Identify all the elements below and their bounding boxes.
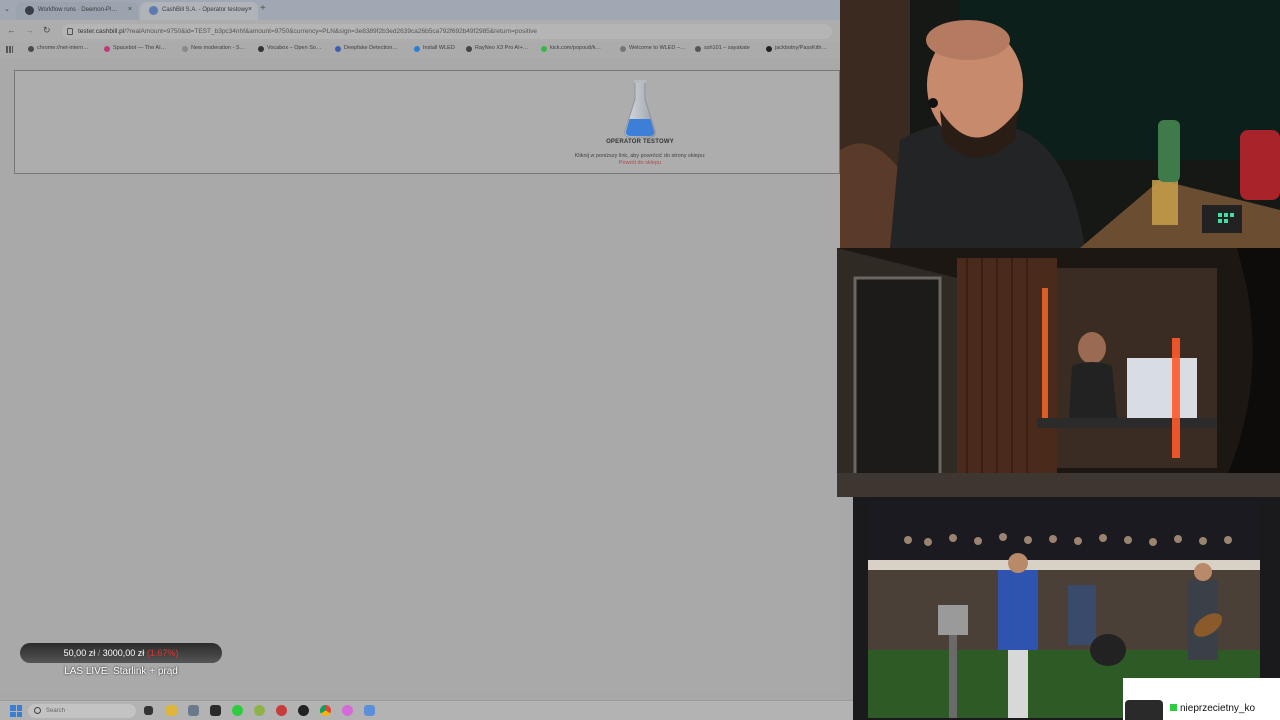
lock-icon [67,28,73,35]
terminal-icon[interactable] [188,705,199,716]
windows-taskbar: Search [0,700,855,720]
bookmark-item[interactable]: chrome://net-intern… [28,45,89,52]
webcam-room [837,248,1280,497]
bookmark-item[interactable]: RayNeo X3 Pro AI+… [466,45,528,52]
bookmark-item[interactable]: New moderation - S… [182,45,245,52]
bookmark-item[interactable]: ssh101 – sayakate [695,45,750,52]
bookmark-item[interactable]: Deepfake Detection… [335,45,398,52]
cashbill-icon [149,6,158,15]
file-explorer-icon[interactable] [144,706,153,715]
return-to-shop-link[interactable]: Powrót do sklepu [575,160,705,166]
operator-panel: OPERATOR TESTOWY Kliknij w poniższy link… [14,70,840,174]
operator-title: OPERATOR TESTOWY [606,139,674,145]
spotify-icon[interactable] [232,705,243,716]
search-icon [34,707,41,714]
taskbar-search-input[interactable]: Search [28,704,136,718]
goal-percent: (1.67%) [146,648,179,658]
bookmark-item[interactable]: Welcome to WLED –… [620,45,685,52]
xbox-icon[interactable] [254,705,265,716]
search-placeholder: Search [46,708,66,714]
webcam-face [840,0,1280,248]
browser-tab-bar: ⌄ Workflow runs · Deemon-Pl… × CashBill … [0,0,840,20]
tab-workflow-runs[interactable]: Workflow runs · Deemon-Pl… × [16,2,138,20]
url-host: tester.cashbill.pl [78,28,125,35]
goal-separator: / [97,648,101,658]
chrome-icon[interactable] [320,705,331,716]
bookmark-item[interactable]: jackbotny/PassKith… [766,45,827,52]
address-bar[interactable]: tester.cashbill.pl/?realAmount=9750&id=T… [62,24,832,39]
firefox-icon[interactable] [342,705,353,716]
tab-label: Workflow runs · Deemon-Pl… [38,7,118,13]
webcam-face-image [840,0,1280,248]
follower-name-text: nieprzecietny_ko [1180,703,1256,714]
url-path: /?realAmount=9750&id=TEST_b3pc34nhf&amou… [124,28,537,35]
apps-grid-icon[interactable] [6,46,13,53]
github-icon [25,6,34,15]
bookmark-item[interactable]: Install WLED [414,45,455,52]
obs-icon[interactable] [298,705,309,716]
goal-current: 50,00 zł [63,648,96,658]
bookmark-item[interactable]: kick.com/popoutt/k… [541,45,601,52]
latest-follower-name: nieprzecietny_ko [1170,703,1255,714]
app-icon[interactable] [210,705,221,716]
donation-goal-bar: 50,00 zł / 3000,00 zł (1.67%) [20,643,222,663]
back-icon[interactable]: ← [7,25,16,35]
stream-screen: ⌄ Workflow runs · Deemon-Pl… × CashBill … [0,0,1280,720]
app-icon[interactable] [276,705,287,716]
stream-title: LAS LIVE: Starlink + prąd [64,666,178,677]
new-tab-button[interactable]: + [260,3,266,14]
browser-toolbar: ← → ↻ tester.cashbill.pl/?realAmount=975… [0,20,840,42]
forward-icon[interactable]: → [25,25,34,35]
tab-cashbill[interactable]: CashBill S.A. - Operator testowy × [140,2,258,20]
webcam-room-image [837,248,1280,497]
reload-icon[interactable]: ↻ [43,25,51,36]
tab-search-icon[interactable]: ⌄ [4,5,14,15]
page-viewport: OPERATOR TESTOWY Kliknij w poniższy link… [0,58,840,693]
tab-label: CashBill S.A. - Operator testowy [162,7,249,13]
kick-icon [1170,704,1177,711]
return-instructions: Kliknij w poniższy link, aby powrócić do… [574,153,706,159]
close-tab-icon[interactable]: × [128,2,132,18]
bookmark-item[interactable]: Vocabox – Open So… [258,45,321,52]
windows-start-icon[interactable] [10,705,22,717]
bookmark-item[interactable]: Spacebot — The AI… [104,45,166,52]
flask-icon [624,80,656,138]
avatar [1125,700,1163,720]
taskview-icon[interactable] [166,705,177,716]
bookmarks-bar: chrome://net-intern… Spacebot — The AI… Ne… [0,42,840,58]
close-tab-icon[interactable]: × [248,2,252,18]
notepad-icon[interactable] [364,705,375,716]
goal-target: 3000,00 zł [102,648,145,658]
